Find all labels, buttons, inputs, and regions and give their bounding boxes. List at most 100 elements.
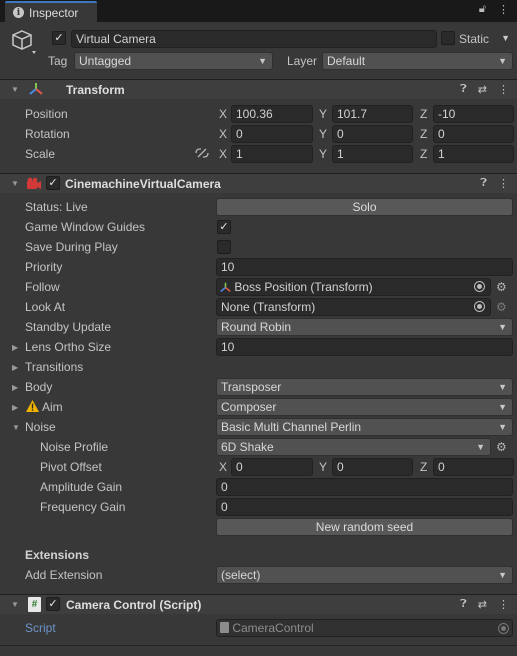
standby-update-label: Standby Update xyxy=(25,320,112,334)
foldout-arrow-icon[interactable]: ▼ xyxy=(11,179,19,188)
pivot-z-field[interactable]: 0 xyxy=(433,458,514,476)
kebab-icon[interactable]: ⋮ xyxy=(498,598,509,611)
add-extension-label: Add Extension xyxy=(25,568,103,582)
save-during-play-checkbox[interactable] xyxy=(217,240,231,254)
layer-value: Default xyxy=(327,54,366,68)
solo-button[interactable]: Solo xyxy=(216,198,513,216)
follow-value: Boss Position (Transform) xyxy=(234,280,373,294)
scale-y-field[interactable]: 1 xyxy=(332,145,413,163)
follow-field[interactable]: Boss Position (Transform) xyxy=(216,278,491,296)
gameobject-icon xyxy=(11,29,36,54)
transform-header-actions: ❓︎ ⇄ ⋮ xyxy=(460,83,509,96)
chevron-down-icon: ▼ xyxy=(476,442,485,452)
chevron-down-icon: ▼ xyxy=(498,382,507,392)
save-during-play-label: Save During Play xyxy=(25,240,118,254)
aim-foldout-icon[interactable]: ▶ xyxy=(12,403,18,412)
aim-dropdown[interactable]: Composer ▼ xyxy=(216,398,513,416)
lock-icon[interactable]: 🔓︎ xyxy=(479,3,486,16)
gear-icon[interactable]: ⚙ xyxy=(496,301,507,313)
amplitude-gain-field[interactable]: 0 xyxy=(216,478,513,496)
help-icon[interactable]: ❓︎ xyxy=(460,83,467,96)
aim-label: Aim xyxy=(42,400,63,414)
body-foldout-icon[interactable]: ▶ xyxy=(12,383,18,392)
script-header[interactable]: ▼ # ✓ Camera Control (Script) ❓︎ ⇄ ⋮ xyxy=(0,594,517,614)
rotation-x-field[interactable]: 0 xyxy=(231,125,313,143)
presets-icon[interactable]: ⇄ xyxy=(478,83,487,96)
object-picker-icon xyxy=(498,623,509,634)
frequency-gain-field[interactable]: 0 xyxy=(216,498,513,516)
inspector-tab-label: Inspector xyxy=(29,5,79,20)
warning-icon xyxy=(25,399,40,416)
rotation-label: Rotation xyxy=(25,127,70,141)
game-window-guides-checkbox[interactable]: ✓ xyxy=(217,220,231,234)
foldout-arrow-icon[interactable]: ▼ xyxy=(11,85,19,94)
foldout-arrow-icon[interactable]: ▼ xyxy=(11,600,19,609)
inspector-tab-bar: i Inspector 🔓︎ ⋮ xyxy=(0,0,517,22)
pivot-x-field[interactable]: 0 xyxy=(231,458,313,476)
transitions-foldout-icon[interactable]: ▶ xyxy=(12,363,18,372)
position-x-field[interactable]: 100.36 xyxy=(231,105,313,123)
gameobject-active-checkbox[interactable]: ✓ xyxy=(52,31,66,45)
scale-z-field[interactable]: 1 xyxy=(433,145,514,163)
rotation-z-field[interactable]: 0 xyxy=(433,125,514,143)
script-label: Script xyxy=(25,621,56,635)
static-checkbox[interactable] xyxy=(441,31,455,45)
position-label: Position xyxy=(25,107,68,121)
standby-update-dropdown[interactable]: Round Robin ▼ xyxy=(216,318,513,336)
look-at-field[interactable]: None (Transform) xyxy=(216,298,491,316)
gear-icon[interactable]: ⚙ xyxy=(496,281,507,293)
link-broken-icon[interactable] xyxy=(195,147,209,162)
cinemachine-camera-icon xyxy=(26,177,42,193)
gameobject-name-field[interactable]: Virtual Camera xyxy=(71,30,437,48)
priority-label: Priority xyxy=(25,260,63,274)
body-value: Transposer xyxy=(221,380,282,394)
gear-icon[interactable]: ⚙ xyxy=(496,441,507,453)
layer-dropdown[interactable]: Default ▼ xyxy=(322,52,513,70)
scale-x-axis: X xyxy=(219,147,228,161)
tag-dropdown[interactable]: Untagged ▼ xyxy=(74,52,273,70)
vcam-title: CinemachineVirtualCamera xyxy=(65,176,221,191)
chevron-down-icon: ▼ xyxy=(498,322,507,332)
priority-field[interactable]: 10 xyxy=(216,258,513,276)
pivot-x-axis: X xyxy=(219,460,228,474)
kebab-icon[interactable]: ⋮ xyxy=(498,3,509,16)
rotation-x-axis: X xyxy=(219,127,228,141)
transform-header[interactable]: ▼ Transform ❓︎ ⇄ ⋮ xyxy=(0,79,517,99)
inspector-tab[interactable]: i Inspector xyxy=(5,1,97,22)
scale-x-field[interactable]: 1 xyxy=(231,145,313,163)
rotation-y-field[interactable]: 0 xyxy=(332,125,413,143)
presets-icon[interactable]: ⇄ xyxy=(478,598,487,611)
layer-label: Layer xyxy=(287,54,318,68)
transform-icon xyxy=(29,82,43,99)
script-enabled-checkbox[interactable]: ✓ xyxy=(46,597,60,611)
pivot-y-axis: Y xyxy=(319,460,328,474)
help-icon[interactable]: ❓︎ xyxy=(460,598,467,611)
object-picker-icon[interactable] xyxy=(474,281,485,292)
noise-profile-dropdown[interactable]: 6D Shake ▼ xyxy=(216,438,491,456)
noise-label: Noise xyxy=(25,420,56,434)
transitions-label[interactable]: Transitions xyxy=(25,358,83,376)
chevron-down-icon: ▼ xyxy=(498,56,507,66)
new-random-seed-button[interactable]: New random seed xyxy=(216,518,513,536)
vcam-header[interactable]: ▼ ✓ CinemachineVirtualCamera ❓︎ ⋮ xyxy=(0,173,517,193)
position-y-field[interactable]: 101.7 xyxy=(332,105,413,123)
vcam-enabled-checkbox[interactable]: ✓ xyxy=(46,176,60,190)
scale-label: Scale xyxy=(25,147,56,161)
position-z-field[interactable]: -10 xyxy=(433,105,514,123)
noise-dropdown[interactable]: Basic Multi Channel Perlin ▼ xyxy=(216,418,513,436)
look-at-label: Look At xyxy=(25,300,66,314)
help-icon[interactable]: ❓︎ xyxy=(480,177,487,190)
chevron-down-icon: ▼ xyxy=(498,402,507,412)
noise-foldout-icon[interactable]: ▼ xyxy=(12,423,20,432)
lens-ortho-size-field[interactable]: 10 xyxy=(216,338,513,356)
body-dropdown[interactable]: Transposer ▼ xyxy=(216,378,513,396)
add-extension-dropdown[interactable]: (select) ▼ xyxy=(216,566,513,584)
noise-profile-label: Noise Profile xyxy=(40,440,109,454)
object-picker-icon[interactable] xyxy=(474,301,485,312)
standby-update-value: Round Robin xyxy=(221,320,292,334)
pivot-y-field[interactable]: 0 xyxy=(332,458,413,476)
kebab-icon[interactable]: ⋮ xyxy=(498,177,509,190)
kebab-icon[interactable]: ⋮ xyxy=(498,83,509,96)
lens-foldout-icon[interactable]: ▶ xyxy=(12,343,18,352)
static-dropdown[interactable]: ▼ xyxy=(499,30,515,48)
